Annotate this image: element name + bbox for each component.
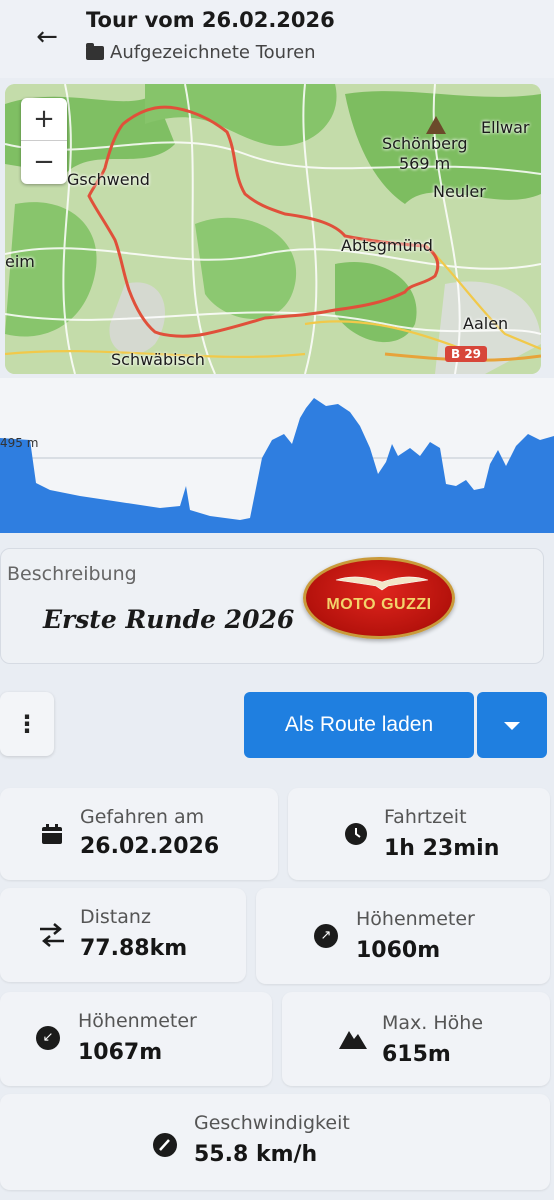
stat-value: 26.02.2026	[80, 834, 220, 859]
stat-value: 1h 23min	[384, 836, 500, 861]
stat-card-driven-on: Gefahren am 26.02.2026	[0, 788, 278, 880]
elevation-chart	[0, 398, 554, 533]
map-zoom-control: + −	[21, 98, 67, 184]
map-label-schoenberg-height: 569 m	[399, 154, 451, 173]
top-bar: ← Tour vom 26.02.2026 Aufgezeichnete Tou…	[0, 0, 554, 78]
map-label-ellwangen: Ellwar	[481, 118, 530, 137]
stat-card-ascent: ↗ Höhenmeter 1060m	[256, 888, 550, 984]
map-label-schoenberg: Schönberg	[382, 134, 468, 153]
breadcrumb-label: Aufgezeichnete Touren	[110, 42, 316, 63]
route-map[interactable]: + − Gschwend Schönberg 569 m Ellwar Neul…	[5, 84, 541, 374]
stat-value: 1067m	[78, 1040, 163, 1065]
map-label-schwaebisch: Schwäbisch	[111, 350, 205, 369]
speedometer-icon	[153, 1133, 177, 1157]
map-label-neuler: Neuler	[433, 182, 486, 201]
breadcrumb[interactable]: Aufgezeichnete Touren	[86, 42, 316, 63]
description-label: Beschreibung	[7, 563, 137, 585]
clock-icon	[345, 823, 367, 845]
caret-down-icon[interactable]	[477, 692, 547, 758]
moto-guzzi-logo: MOTO GUZZI	[303, 557, 455, 639]
stat-card-descent: ↙ Höhenmeter 1067m	[0, 992, 272, 1086]
elevation-area	[0, 398, 554, 533]
swap-arrows-icon	[40, 923, 64, 947]
zoom-in-button[interactable]: +	[21, 98, 67, 141]
logo-text: MOTO GUZZI	[326, 596, 432, 613]
arrow-left-icon[interactable]: ←	[30, 20, 64, 54]
stat-value: 615m	[382, 1042, 451, 1067]
elevation-axis-label: 495 m	[0, 436, 39, 450]
stat-label: Geschwindigkeit	[194, 1112, 350, 1134]
more-options-button[interactable]: ⋮	[0, 692, 54, 756]
map-label-aalen: Aalen	[463, 314, 509, 333]
map-label-abtsgmuend: Abtsgmünd	[341, 236, 433, 255]
description-card: Beschreibung Erste Runde 2026 MOTO GUZZI	[0, 548, 544, 664]
map-label-gschwend: Gschwend	[67, 170, 150, 189]
calendar-icon	[42, 824, 62, 844]
mountain-icon	[339, 1031, 367, 1049]
zoom-out-button[interactable]: −	[21, 141, 67, 184]
stat-card-distance: Distanz 77.88km	[0, 888, 246, 982]
arrow-down-left-icon: ↙	[36, 1026, 60, 1050]
stat-label: Fahrtzeit	[384, 806, 467, 828]
stat-value: 77.88km	[80, 936, 188, 961]
description-text: Erste Runde 2026	[43, 605, 295, 634]
stat-value: 1060m	[356, 938, 441, 963]
stat-card-max-height: Max. Höhe 615m	[282, 992, 550, 1086]
load-as-route-button[interactable]: Als Route laden	[244, 692, 474, 758]
folder-icon	[86, 42, 104, 60]
stat-label: Höhenmeter	[356, 908, 475, 930]
eagle-icon	[335, 576, 429, 591]
page-title: Tour vom 26.02.2026	[86, 8, 335, 32]
elevation-profile[interactable]: 495 m	[0, 378, 554, 533]
stat-label: Gefahren am	[80, 806, 205, 828]
stat-label: Max. Höhe	[382, 1012, 484, 1034]
map-canvas	[5, 84, 541, 374]
road-sign-b29: B 29	[445, 346, 488, 362]
stat-label: Höhenmeter	[78, 1010, 197, 1032]
arrow-up-right-icon: ↗	[314, 924, 338, 948]
stat-label: Distanz	[80, 906, 151, 928]
stat-value: 55.8 km/h	[194, 1142, 318, 1167]
map-label-heim: eim	[5, 252, 35, 271]
stat-card-speed: Geschwindigkeit 55.8 km/h	[0, 1094, 550, 1190]
stat-card-duration: Fahrtzeit 1h 23min	[288, 788, 550, 880]
